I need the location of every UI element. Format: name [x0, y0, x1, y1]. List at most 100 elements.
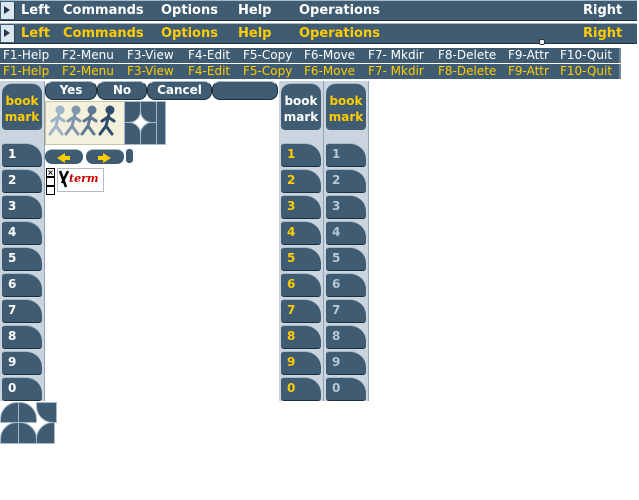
bookmark-key-9[interactable]: 9 — [326, 351, 366, 375]
bookmark-key-0[interactable]: 0 — [326, 377, 366, 401]
blank-button[interactable] — [212, 81, 278, 100]
bookmark-key-6[interactable]: 6 — [2, 273, 42, 297]
menu-operations[interactable]: Operations — [299, 2, 380, 19]
quarter-tile-4 — [0, 422, 19, 444]
xterm-logo[interactable]: term — [57, 168, 104, 192]
bookmark-key-2[interactable]: 2 — [326, 169, 366, 193]
menu-left[interactable]: Left — [21, 25, 50, 42]
fkey-attr[interactable]: F9-Attr — [508, 48, 549, 63]
menu-operations[interactable]: Operations — [299, 25, 380, 42]
menu-right[interactable]: Right — [583, 25, 622, 42]
bookmark-key-label: 2 — [332, 173, 341, 187]
fkey-mkdir[interactable]: F7- Mkdir — [368, 64, 424, 79]
bookmark-key-9[interactable]: 9 — [281, 351, 321, 375]
running-man-icon — [48, 105, 116, 136]
right-arrow-icon — [98, 153, 111, 163]
bookmark-label: book — [329, 94, 363, 108]
menu-commands[interactable]: Commands — [63, 25, 144, 42]
left-arrow-icon — [57, 153, 70, 163]
fkey-delete[interactable]: F8-Delete — [438, 48, 496, 63]
menu-help[interactable]: Help — [238, 25, 271, 42]
menu-options[interactable]: Options — [161, 25, 218, 42]
bookmark-key-1[interactable]: 1 — [326, 143, 366, 167]
menu-arrow-icon[interactable] — [1, 25, 15, 42]
fkey-menu[interactable]: F2-Menu — [62, 48, 114, 63]
xterm-label: term — [69, 172, 99, 185]
bookmark-key-4[interactable]: 4 — [2, 221, 42, 245]
fkey-attr[interactable]: F9-Attr — [508, 64, 549, 79]
tile-top-right — [140, 101, 157, 123]
bookmark-key-6[interactable]: 6 — [281, 273, 321, 297]
fkey-view[interactable]: F3-View — [127, 64, 174, 79]
cancel-button[interactable]: Cancel — [147, 81, 212, 100]
menu-right[interactable]: Right — [583, 2, 622, 19]
function-key-bar: F1-Help F2-Menu F3-View F4-Edit F5-Copy … — [0, 64, 621, 79]
fkey-view[interactable]: F3-View — [127, 48, 174, 63]
bookmark-key-3[interactable]: 3 — [2, 195, 42, 219]
fkey-help[interactable]: F1-Help — [3, 48, 49, 63]
menu-options[interactable]: Options — [161, 2, 218, 19]
bookmark-label: book — [5, 94, 39, 108]
bookmark-key-7[interactable]: 7 — [2, 299, 42, 323]
running-man-image — [45, 101, 125, 145]
fkey-help[interactable]: F1-Help — [3, 64, 49, 79]
bookmark-key-5[interactable]: 5 — [326, 247, 366, 271]
fkey-menu[interactable]: F2-Menu — [62, 64, 114, 79]
bookmark-key-label: 0 — [332, 381, 341, 395]
bookmark-key-8[interactable]: 8 — [326, 325, 366, 349]
bookmark-header[interactable]: book mark — [326, 83, 366, 130]
bookmark-key-7[interactable]: 7 — [281, 299, 321, 323]
bookmark-key-label: 7 — [8, 303, 17, 317]
quarter-tile-6 — [36, 422, 55, 444]
bookmark-key-0[interactable]: 0 — [2, 377, 42, 401]
bookmark-key-1[interactable]: 1 — [2, 143, 42, 167]
bookmark-key-9[interactable]: 9 — [2, 351, 42, 375]
bookmark-key-8[interactable]: 8 — [281, 325, 321, 349]
menubar-top: Left Commands Options Help Operations Ri… — [0, 0, 637, 21]
bookmark-key-label: 6 — [8, 277, 17, 291]
fkey-move[interactable]: F6-Move — [304, 64, 355, 79]
checkbox[interactable] — [46, 186, 55, 195]
fkey-copy[interactable]: F5-Copy — [243, 48, 292, 63]
bookmark-key-label: 3 — [287, 199, 296, 213]
fkey-delete[interactable]: F8-Delete — [438, 64, 496, 79]
yes-button[interactable]: Yes — [45, 81, 97, 100]
menu-commands[interactable]: Commands — [63, 2, 144, 19]
checkbox-checked[interactable]: × — [46, 168, 55, 177]
bookmark-key-label: 2 — [287, 173, 296, 187]
bookmark-key-8[interactable]: 8 — [2, 325, 42, 349]
arrow-button-left[interactable] — [45, 149, 83, 164]
bookmark-key-1[interactable]: 1 — [281, 143, 321, 167]
menu-left[interactable]: Left — [21, 2, 50, 19]
no-button[interactable]: No — [97, 81, 147, 100]
bookmark-key-0[interactable]: 0 — [281, 377, 321, 401]
menu-arrow-icon[interactable] — [1, 2, 15, 19]
bookmark-key-4[interactable]: 4 — [281, 221, 321, 245]
bookmark-key-3[interactable]: 3 — [281, 195, 321, 219]
fkey-mkdir[interactable]: F7- Mkdir — [368, 48, 424, 63]
fkey-quit[interactable]: F10-Quit — [560, 64, 612, 79]
bookmark-key-6[interactable]: 6 — [326, 273, 366, 297]
bookmark-key-label: 0 — [8, 381, 17, 395]
fkey-quit[interactable]: F10-Quit — [560, 48, 612, 63]
fkey-copy[interactable]: F5-Copy — [243, 64, 292, 79]
checkbox[interactable] — [46, 177, 55, 186]
bookmark-key-label: 8 — [332, 329, 341, 343]
bookmark-key-5[interactable]: 5 — [281, 247, 321, 271]
menu-help[interactable]: Help — [238, 2, 271, 19]
bookmark-key-4[interactable]: 4 — [326, 221, 366, 245]
fkey-edit[interactable]: F4-Edit — [188, 48, 230, 63]
bookmark-header[interactable]: book mark — [281, 83, 321, 130]
fkey-edit[interactable]: F4-Edit — [188, 64, 230, 79]
bookmark-key-2[interactable]: 2 — [2, 169, 42, 193]
fkey-move[interactable]: F6-Move — [304, 48, 355, 63]
bookmark-column-right: book mark 1 2 3 4 5 6 7 8 9 0 — [324, 81, 369, 401]
bookmark-key-2[interactable]: 2 — [281, 169, 321, 193]
arrow-button-right[interactable] — [86, 149, 124, 164]
bookmark-key-7[interactable]: 7 — [326, 299, 366, 323]
bookmark-key-label: 7 — [287, 303, 296, 317]
bookmark-key-3[interactable]: 3 — [326, 195, 366, 219]
bookmark-header[interactable]: book mark — [2, 83, 42, 130]
bookmark-key-5[interactable]: 5 — [2, 247, 42, 271]
arrow-button-small[interactable] — [126, 149, 133, 163]
